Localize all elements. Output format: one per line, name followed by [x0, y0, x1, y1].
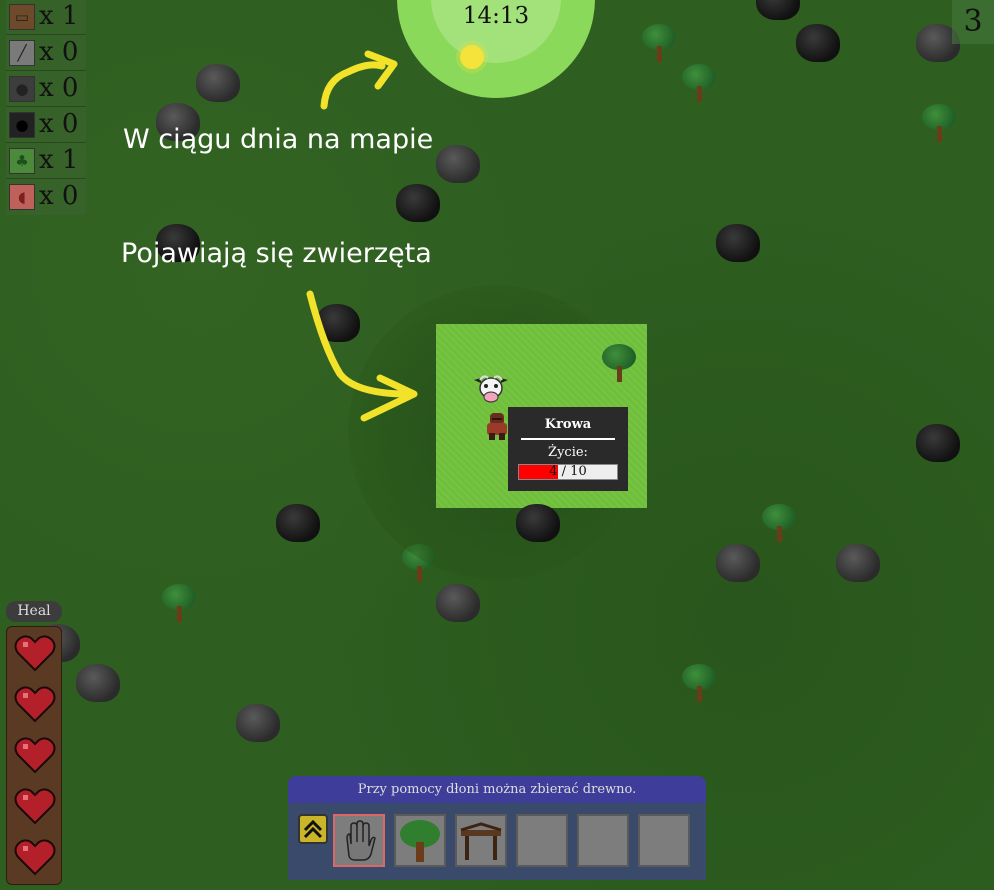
- coal-rock[interactable]: [756, 0, 800, 20]
- hand-icon: [346, 820, 376, 861]
- rock[interactable]: [436, 584, 480, 622]
- tooltip-title: Krowa: [544, 417, 592, 432]
- double-chevron-up-icon: [303, 819, 323, 839]
- inventory-item-meat[interactable]: ◖ x 0: [6, 180, 86, 214]
- rock[interactable]: [716, 544, 760, 582]
- coal-rock[interactable]: [396, 184, 440, 222]
- inventory-count: x 0: [39, 37, 79, 67]
- rock[interactable]: [436, 145, 480, 183]
- caption-animals-appear: Pojawiają się zwierzęta: [121, 238, 432, 269]
- tree[interactable]: [642, 24, 676, 64]
- tooltip-life-label: Życie:: [548, 445, 588, 460]
- cow-icon[interactable]: [472, 372, 510, 406]
- tree-icon: [400, 820, 440, 862]
- health-bar-text: 4 / 10: [549, 464, 587, 479]
- inventory-count: x 1: [39, 1, 79, 31]
- hotbar-slot-empty[interactable]: [577, 814, 629, 867]
- inventory-item-coal[interactable]: ● x 0: [6, 108, 86, 143]
- hotbar-slot-tree[interactable]: [394, 814, 446, 867]
- coal-rock[interactable]: [716, 224, 760, 262]
- heart-icon: [14, 686, 56, 723]
- expand-toolbar-button[interactable]: [298, 814, 328, 844]
- coal-rock[interactable]: [516, 504, 560, 542]
- day-counter: 3: [952, 0, 994, 44]
- coal-rock[interactable]: [796, 24, 840, 62]
- heal-button[interactable]: Heal: [6, 601, 62, 622]
- tree[interactable]: [162, 584, 196, 624]
- tree[interactable]: [682, 64, 716, 104]
- rock[interactable]: [196, 64, 240, 102]
- heart-icon: [14, 737, 56, 774]
- sun-icon: [460, 45, 484, 69]
- hotbar-slot-empty[interactable]: [638, 814, 690, 867]
- wood-log-icon: ▭: [9, 4, 35, 30]
- inventory-panel: ▭ x 1 ╱ x 0 ● x 0 ● x 0 ♣ x 1 ◖ x 0: [6, 0, 86, 215]
- hotbar: Przy pomocy dłoni można zbierać drewno.: [288, 776, 706, 880]
- inventory-item-stone[interactable]: ● x 0: [6, 72, 86, 107]
- rock[interactable]: [236, 704, 280, 742]
- coal-rock[interactable]: [276, 504, 320, 542]
- clock-time: 14:13: [462, 3, 530, 29]
- tree[interactable]: [602, 344, 636, 384]
- player-character-icon: [487, 413, 507, 440]
- arrow-to-clock-icon: [320, 50, 398, 110]
- inventory-count: x 0: [39, 109, 79, 139]
- arrow-to-animals-icon: [306, 290, 418, 422]
- tree[interactable]: [922, 104, 956, 144]
- rock[interactable]: [836, 544, 880, 582]
- stick-icon: ╱: [9, 40, 35, 66]
- toolbar-hint: Przy pomocy dłoni można zbierać drewno.: [288, 776, 706, 803]
- sapling-icon: ♣: [9, 148, 35, 174]
- hotbar-slot-workbench[interactable]: [455, 814, 507, 867]
- tooltip-divider: [521, 438, 615, 440]
- meat-icon: ◖: [9, 184, 35, 210]
- hearts-panel: [6, 626, 62, 885]
- heart-icon: [14, 788, 56, 825]
- inventory-count: x 0: [39, 73, 79, 103]
- health-bar: 4 / 10: [518, 464, 618, 480]
- inventory-count: x 0: [39, 181, 79, 211]
- inventory-item-stick[interactable]: ╱ x 0: [6, 36, 86, 71]
- inventory-count: x 1: [39, 145, 79, 175]
- coal-rock[interactable]: [916, 424, 960, 462]
- tree[interactable]: [682, 664, 716, 704]
- caption-daytime: W ciągu dnia na mapie: [123, 124, 434, 155]
- inventory-item-wood[interactable]: ▭ x 1: [6, 0, 86, 35]
- workbench-icon: [460, 822, 502, 860]
- hotbar-slot-empty[interactable]: [516, 814, 568, 867]
- entity-tooltip: Krowa Życie: 4 / 10: [508, 407, 628, 491]
- inventory-item-sapling[interactable]: ♣ x 1: [6, 144, 86, 179]
- coal-icon: ●: [9, 112, 35, 138]
- tree[interactable]: [762, 504, 796, 544]
- heart-icon: [14, 635, 56, 672]
- stone-icon: ●: [9, 76, 35, 102]
- hotbar-slot-hand[interactable]: [333, 814, 385, 867]
- rock[interactable]: [76, 664, 120, 702]
- heart-icon: [14, 839, 56, 876]
